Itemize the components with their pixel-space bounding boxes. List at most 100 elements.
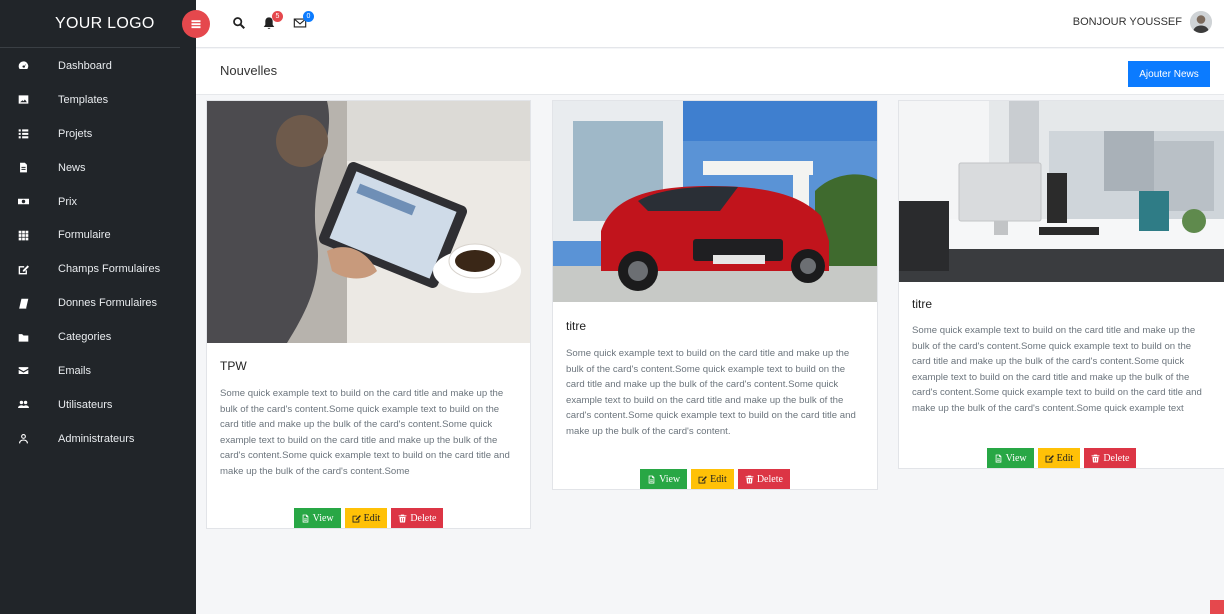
card-actions: View Edit Delete (899, 448, 1224, 468)
view-button[interactable]: View (640, 469, 688, 489)
sidebar: YOUR LOGO Dashboard Templates Projets Ne… (0, 0, 196, 614)
logo[interactable]: YOUR LOGO (55, 15, 155, 33)
grid-icon (0, 230, 58, 241)
add-news-button[interactable]: Ajouter News (1128, 61, 1210, 87)
edit-button[interactable]: Edit (1037, 448, 1081, 468)
sidebar-item-label: Utilisateurs (58, 398, 113, 411)
edit-icon (0, 264, 58, 275)
news-card: titre Some quick example text to build o… (898, 100, 1224, 469)
sidebar-item-donnes-formulaires[interactable]: Donnes Formulaires (0, 286, 196, 320)
sidebar-item-dashboard[interactable]: Dashboard (0, 49, 196, 83)
card-text: Some quick example text to build on the … (912, 325, 1202, 414)
card-image (207, 101, 530, 343)
view-button[interactable]: View (986, 448, 1034, 468)
edit-icon (1045, 454, 1054, 462)
page-title: Nouvelles (220, 63, 278, 78)
top-bar: 5 0 BONJOUR YOUSSEF (182, 0, 1224, 48)
sidebar-item-label: Champs Formulaires (58, 263, 161, 276)
trash-icon (1091, 454, 1100, 462)
card-actions: View Edit Delete (207, 508, 530, 528)
sidebar-item-label: Templates (58, 93, 109, 106)
book-icon (0, 298, 58, 309)
messages-button[interactable]: 0 (293, 11, 314, 35)
envelope-icon (0, 365, 58, 376)
card-body: titre Some quick example text to build o… (553, 319, 877, 440)
users-icon (0, 399, 58, 410)
sidebar-item-label: Dashboard (58, 59, 112, 72)
notifications-badge: 5 (272, 11, 283, 22)
card-title: TPW (220, 359, 247, 373)
document-icon (0, 162, 58, 173)
sidebar-item-categories[interactable]: Categories (0, 320, 196, 354)
edit-icon (698, 475, 708, 483)
avatar[interactable] (1190, 11, 1212, 33)
file-icon (302, 514, 308, 522)
delete-button[interactable]: Delete (737, 469, 790, 489)
scroll-to-top-button[interactable] (1210, 600, 1224, 614)
edit-label: Edit (363, 512, 381, 524)
delete-button[interactable]: Delete (391, 508, 444, 528)
logo-area: YOUR LOGO (0, 0, 180, 48)
search-icon (233, 17, 245, 29)
edit-button[interactable]: Edit (344, 508, 388, 528)
card-image (553, 101, 877, 302)
trash-icon (745, 475, 754, 483)
sidebar-item-prix[interactable]: Prix (0, 185, 196, 219)
sidebar-item-label: Projets (58, 127, 93, 140)
news-card: titre Some quick example text to build o… (552, 100, 878, 490)
delete-label: Delete (1103, 452, 1130, 464)
delete-label: Delete (756, 473, 783, 485)
user-icon (0, 433, 58, 444)
dashboard-icon (0, 60, 58, 71)
edit-label: Edit (1056, 452, 1074, 464)
card-actions: View Edit Delete (553, 469, 877, 489)
card-title: titre (912, 297, 933, 311)
trash-icon (398, 514, 407, 522)
sidebar-item-label: News (58, 161, 86, 174)
sidebar-item-champs-formulaires[interactable]: Champs Formulaires (0, 252, 196, 286)
file-icon (995, 454, 1001, 462)
card-body: titre Some quick example text to build o… (899, 297, 1224, 417)
view-button[interactable]: View (293, 508, 341, 528)
messages-badge: 0 (303, 11, 314, 22)
sidebar-item-templates[interactable]: Templates (0, 83, 196, 117)
view-label: View (312, 512, 334, 524)
notifications-button[interactable]: 5 (262, 11, 283, 35)
image-icon (0, 94, 58, 105)
sidebar-item-projets[interactable]: Projets (0, 117, 196, 151)
delete-button[interactable]: Delete (1084, 448, 1137, 468)
user-menu[interactable]: BONJOUR YOUSSEF (1073, 11, 1212, 33)
sidebar-item-news[interactable]: News (0, 151, 196, 185)
greeting: BONJOUR YOUSSEF (1072, 16, 1182, 28)
sidebar-item-formulaire[interactable]: Formulaire (0, 218, 196, 252)
edit-button[interactable]: Edit (691, 469, 734, 489)
card-body: TPW Some quick example text to build on … (207, 359, 530, 480)
page-header: Nouvelles Ajouter News (196, 49, 1224, 95)
menu-toggle-button[interactable] (182, 10, 210, 38)
view-label: View (659, 473, 681, 485)
folder-icon (0, 332, 58, 343)
sidebar-nav: Dashboard Templates Projets News Prix Fo… (0, 49, 196, 456)
card-title: titre (566, 319, 587, 333)
list-icon (0, 128, 58, 139)
sidebar-item-label: Donnes Formulaires (58, 297, 158, 310)
edit-icon (352, 514, 361, 522)
sidebar-item-label: Emails (58, 364, 92, 377)
sidebar-item-label: Administrateurs (58, 432, 135, 445)
sidebar-item-label: Categories (58, 331, 112, 344)
sidebar-item-label: Prix (58, 195, 77, 208)
view-label: View (1005, 452, 1027, 464)
edit-label: Edit (710, 473, 727, 485)
sidebar-item-emails[interactable]: Emails (0, 354, 196, 388)
sidebar-item-label: Formulaire (58, 229, 111, 242)
card-text: Some quick example text to build on the … (566, 348, 856, 437)
news-card: TPW Some quick example text to build on … (206, 100, 531, 529)
money-icon (0, 196, 58, 207)
card-image (899, 101, 1224, 282)
sidebar-item-administrateurs[interactable]: Administrateurs (0, 422, 196, 456)
delete-label: Delete (410, 512, 437, 524)
sidebar-item-utilisateurs[interactable]: Utilisateurs (0, 388, 196, 422)
file-icon (648, 475, 655, 483)
search-button[interactable] (232, 16, 246, 35)
card-text: Some quick example text to build on the … (220, 388, 510, 477)
